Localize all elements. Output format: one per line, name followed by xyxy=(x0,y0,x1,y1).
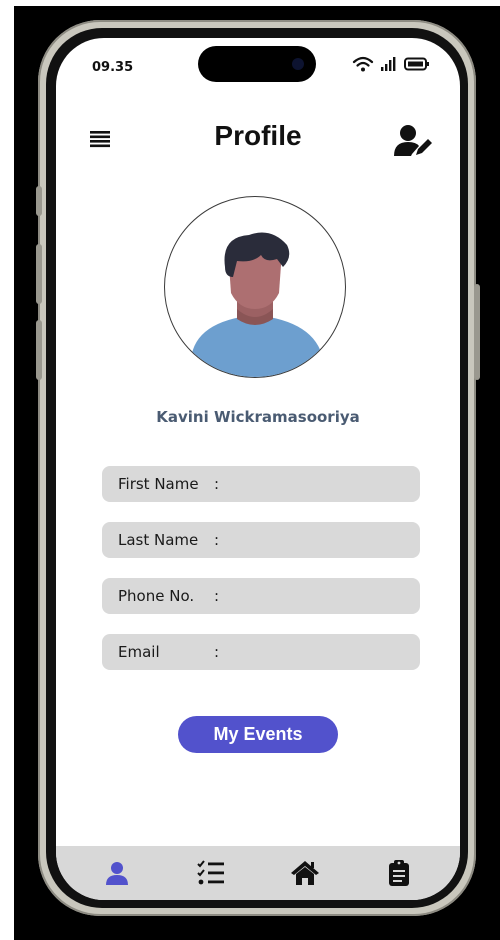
clipboard-icon xyxy=(389,860,409,886)
field-colon: : xyxy=(214,475,220,493)
nav-home[interactable] xyxy=(285,853,325,893)
user-edit-icon[interactable] xyxy=(394,124,434,162)
dynamic-island xyxy=(198,46,316,82)
email-field[interactable]: Email : xyxy=(102,634,420,670)
nav-profile[interactable] xyxy=(97,853,137,893)
status-icons xyxy=(352,56,430,72)
person-avatar-illustration xyxy=(191,232,323,377)
side-button xyxy=(36,320,42,380)
home-icon xyxy=(291,861,319,885)
screen: 09.35 Profile Kavini Wickramasooriya Fir… xyxy=(56,38,460,900)
task-list-icon xyxy=(197,860,224,885)
first-name-field[interactable]: First Name : xyxy=(102,466,420,502)
field-label: Email xyxy=(118,643,160,661)
phone-field[interactable]: Phone No. : xyxy=(102,578,420,614)
field-label: First Name xyxy=(118,475,199,493)
my-events-button[interactable]: My Events xyxy=(178,716,338,753)
last-name-field[interactable]: Last Name : xyxy=(102,522,420,558)
signal-icon xyxy=(381,57,396,71)
side-button xyxy=(36,244,42,304)
field-colon: : xyxy=(214,531,220,549)
side-button xyxy=(36,186,42,216)
field-label: Last Name xyxy=(118,531,199,549)
nav-tasks[interactable] xyxy=(191,853,231,893)
user-name: Kavini Wickramasooriya xyxy=(156,408,360,426)
field-colon: : xyxy=(214,643,220,661)
nav-clipboard[interactable] xyxy=(379,853,419,893)
side-button xyxy=(474,284,480,380)
wifi-icon xyxy=(352,56,374,72)
profile-icon xyxy=(106,862,128,885)
field-label: Phone No. xyxy=(118,587,195,605)
bottom-nav xyxy=(56,846,460,900)
avatar xyxy=(164,196,346,378)
field-colon: : xyxy=(214,587,220,605)
camera-icon xyxy=(292,58,304,70)
battery-icon xyxy=(404,57,429,71)
status-time: 09.35 xyxy=(92,60,134,75)
